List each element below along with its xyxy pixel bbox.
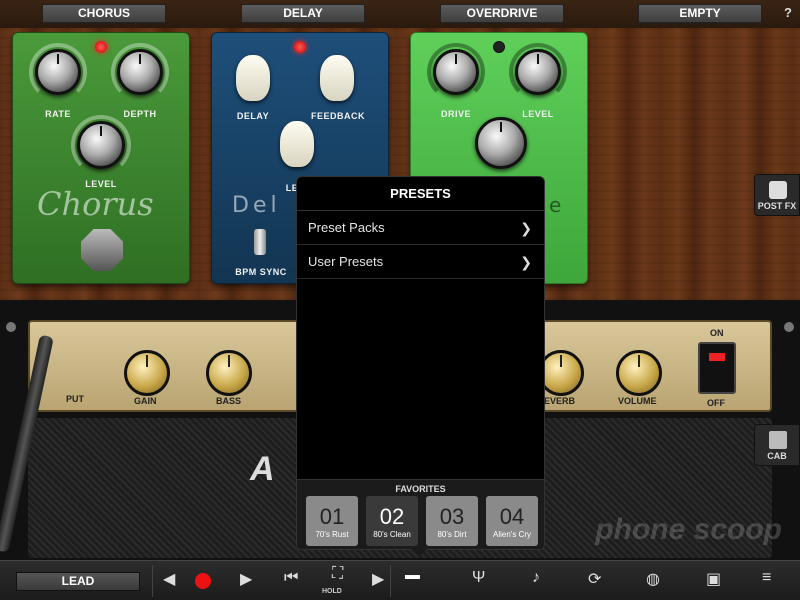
overdrive-level-knob[interactable]: [515, 49, 561, 95]
user-presets-row[interactable]: User Presets ❯: [297, 245, 544, 279]
slot-overdrive-button[interactable]: OVERDRIVE: [440, 4, 564, 23]
previous-icon[interactable]: ◀: [163, 569, 175, 589]
overdrive-drive-knob[interactable]: [433, 49, 479, 95]
amp-off-label: OFF: [707, 398, 725, 408]
favorite-name: 80's Dirt: [437, 530, 467, 539]
post-fx-button[interactable]: POST FX: [754, 174, 800, 216]
delay-time-label: DELAY: [236, 111, 270, 121]
record-icon[interactable]: [195, 573, 211, 589]
favorite-slot-01[interactable]: 01 70's Rust: [306, 496, 358, 546]
favorite-number: 02: [379, 504, 405, 529]
amp-brand-logo: A: [250, 450, 275, 488]
amp-bass-label: BASS: [216, 396, 242, 406]
delay-pedal-name: Del: [232, 193, 281, 218]
amp-volume-knob[interactable]: [616, 350, 662, 396]
popover-arrow: [411, 549, 427, 557]
presets-popover: PRESETS Preset Packs ❯ User Presets ❯ FA…: [296, 176, 545, 557]
bpm-sync-label: BPM SYNC: [235, 267, 287, 277]
chevron-right-icon: ❯: [520, 254, 532, 270]
overdrive-level-label: LEVEL: [522, 109, 554, 119]
lead-preset-button[interactable]: LEAD: [16, 572, 140, 591]
bottom-toolbar: LEAD ◀ ▶ ⏮ ⛶ HOLD ▶ ▪▪▪▪ Ψ ♪ ⟳ ◍ ▣ ≡: [0, 560, 800, 600]
preset-packs-row[interactable]: Preset Packs ❯: [297, 211, 544, 245]
cab-button[interactable]: CAB: [754, 424, 800, 466]
favorite-name: 80's Clean: [373, 530, 411, 539]
music-note-icon[interactable]: ♪: [532, 569, 540, 587]
tuner-icon[interactable]: Ψ: [472, 569, 485, 587]
chevron-right-icon: ❯: [520, 220, 532, 236]
overdrive-drive-label: DRIVE: [440, 109, 471, 119]
overdrive-led-icon: [493, 41, 505, 53]
chorus-pedal-name: Chorus: [37, 185, 154, 223]
favorite-name: 70's Rust: [315, 530, 349, 539]
amp-gain-label: GAIN: [134, 396, 157, 406]
favorite-name: Alien's Cry: [493, 530, 531, 539]
amp-gain-knob[interactable]: [124, 350, 170, 396]
delay-time-knob[interactable]: [236, 55, 270, 101]
favorite-number: 01: [319, 504, 345, 529]
amp-power-switch[interactable]: [698, 342, 736, 394]
help-button[interactable]: ?: [784, 5, 792, 20]
amp-volume-label: VOLUME: [618, 396, 657, 406]
overdrive-pedal-name: e: [549, 193, 562, 217]
chorus-level-knob[interactable]: [77, 121, 125, 169]
drum-icon[interactable]: ◍: [646, 569, 660, 589]
recorder-icon[interactable]: ▣: [706, 569, 721, 589]
preset-packs-label: Preset Packs: [308, 220, 385, 235]
delay-feedback-knob[interactable]: [320, 55, 354, 101]
favorite-slot-02[interactable]: 02 80's Clean: [366, 496, 418, 546]
user-presets-label: User Presets: [308, 254, 384, 269]
amp-input-label: PUT: [66, 394, 84, 404]
chorus-depth-label: DEPTH: [123, 109, 157, 119]
slot-chorus-button[interactable]: CHORUS: [42, 4, 166, 23]
rewind-icon[interactable]: ⏮: [284, 569, 298, 587]
chorus-depth-knob[interactable]: [117, 49, 163, 95]
metronome-icon[interactable]: ⛶: [332, 565, 343, 583]
delay-level-knob[interactable]: [280, 121, 314, 167]
menu-icon[interactable]: ≡: [762, 569, 771, 587]
chorus-pedal[interactable]: RATE DEPTH LEVEL Chorus: [12, 32, 190, 284]
favorites-bar: FAVORITES 01 70's Rust 02 80's Clean 03 …: [297, 479, 544, 549]
chorus-led-icon: [95, 41, 107, 53]
overdrive-tone-knob[interactable]: [475, 117, 527, 169]
amp-on-label: ON: [710, 328, 724, 338]
loop-icon[interactable]: ⟳: [588, 569, 601, 589]
presets-title: PRESETS: [297, 177, 544, 211]
amp-reverb-label: EVERB: [544, 396, 576, 406]
slot-delay-button[interactable]: DELAY: [241, 4, 365, 23]
favorite-number: 03: [439, 504, 465, 529]
amp-bass-knob[interactable]: [206, 350, 252, 396]
play-icon[interactable]: ▶: [240, 569, 252, 589]
favorite-number: 04: [499, 504, 525, 529]
post-fx-label: POST FX: [757, 201, 797, 211]
favorite-slot-04[interactable]: 04 Alien's Cry: [486, 496, 538, 546]
chorus-rate-label: RATE: [45, 109, 71, 119]
post-fx-icon: [769, 181, 787, 199]
favorites-title: FAVORITES: [395, 484, 446, 494]
hold-label: HOLD: [322, 588, 342, 595]
pedalboard-view-icon[interactable]: ▪▪▪▪: [404, 569, 421, 587]
chorus-footswitch[interactable]: [81, 229, 123, 271]
delay-led-icon: [294, 41, 306, 53]
bpm-sync-switch[interactable]: [254, 229, 266, 255]
fx-slot-bar: CHORUS DELAY OVERDRIVE EMPTY ?: [0, 0, 800, 28]
slot-empty-button[interactable]: EMPTY: [638, 4, 762, 23]
chorus-rate-knob[interactable]: [35, 49, 81, 95]
cab-icon: [769, 431, 787, 449]
watermark: phone scoop: [595, 513, 782, 546]
favorite-slot-03[interactable]: 03 80's Dirt: [426, 496, 478, 546]
cab-label: CAB: [767, 451, 787, 461]
delay-feedback-label: FEEDBACK: [310, 111, 365, 121]
next-icon[interactable]: ▶: [372, 569, 384, 589]
